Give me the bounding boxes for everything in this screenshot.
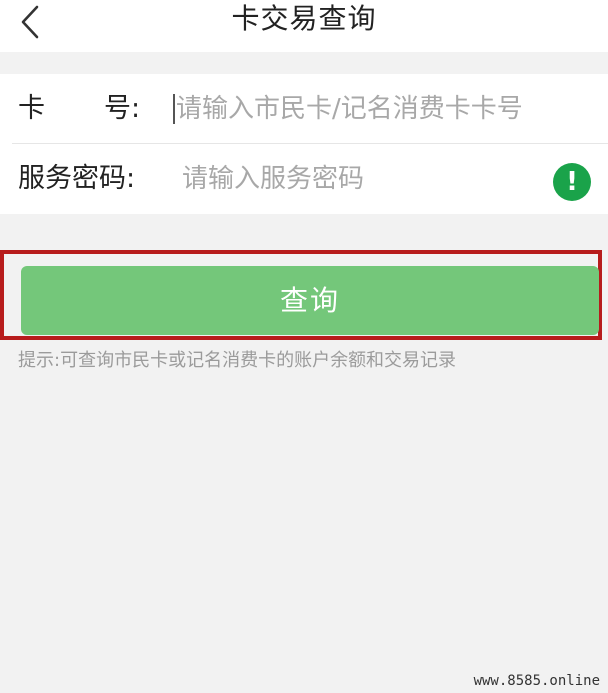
password-label: 服务密码: <box>18 163 136 194</box>
card-number-label-char1: 卡 <box>18 93 45 124</box>
watermark: www.8585.online <box>473 673 600 689</box>
card-number-input[interactable] <box>176 86 596 132</box>
password-row: 服务密码: <box>0 144 608 214</box>
card-number-label: 卡 号: <box>18 74 148 144</box>
hint-text: 提示:可查询市民卡或记名消费卡的账户余额和交易记录 <box>18 350 457 371</box>
text-cursor <box>173 94 175 124</box>
header-bar: 卡交易查询 <box>0 0 608 52</box>
card-number-row: 卡 号: <box>0 74 608 144</box>
query-button[interactable]: 查询 <box>21 266 599 335</box>
query-form: 卡 号: 服务密码: <box>0 74 608 214</box>
exclamation-icon[interactable]: ! <box>553 163 591 201</box>
password-input[interactable] <box>182 156 542 202</box>
page-title: 卡交易查询 <box>231 2 377 35</box>
card-number-label-char2: 号: <box>104 93 141 124</box>
